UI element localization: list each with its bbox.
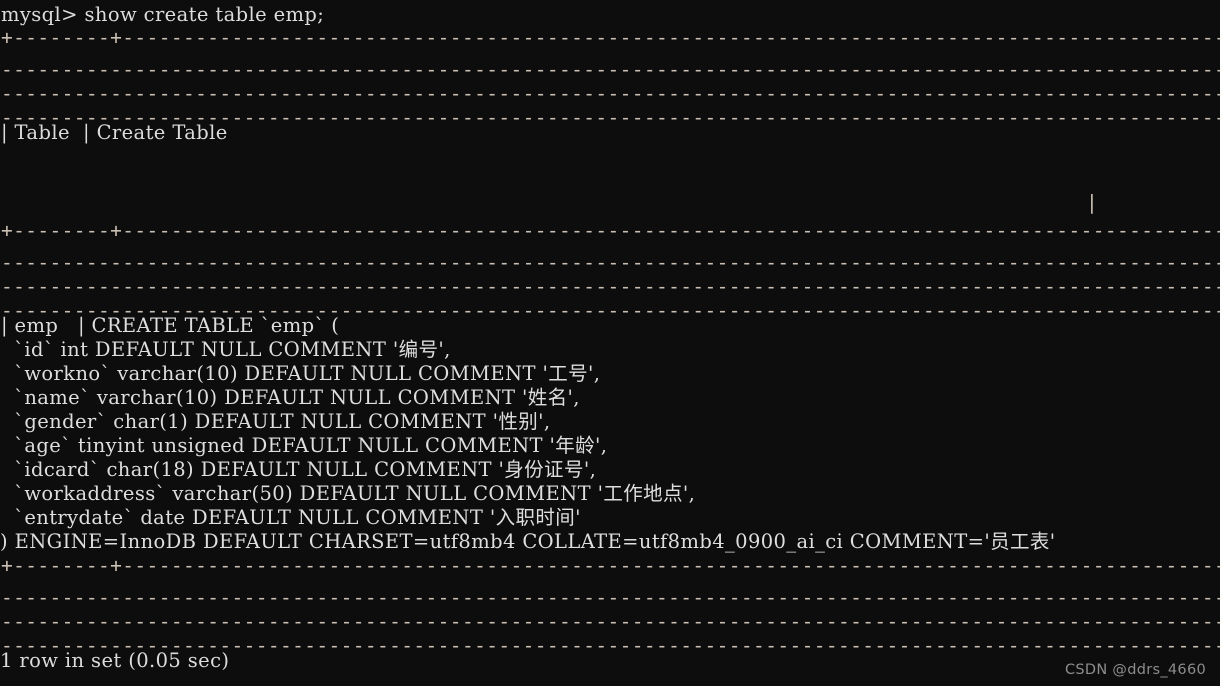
table-border-mid-seg2: ----------------------------------------… <box>1 251 1220 274</box>
column-def-workno: `workno` varchar(10) DEFAULT NULL COMMEN… <box>1 362 601 385</box>
column-def-gender: `gender` char(1) DEFAULT NULL COMMENT '性… <box>1 410 551 433</box>
column-def-age: `age` tinyint unsigned DEFAULT NULL COMM… <box>1 434 608 457</box>
table-border-top-seg1: +--------+------------------------------… <box>1 26 1220 49</box>
table-header-row: | Table | Create Table <box>1 121 228 144</box>
prompt-command-line: mysql> show create table emp; <box>1 3 325 26</box>
column-def-idcard: `idcard` char(18) DEFAULT NULL COMMENT '… <box>1 458 597 481</box>
column-def-name: `name` varchar(10) DEFAULT NULL COMMENT … <box>1 386 580 409</box>
csdn-watermark: CSDN @ddrs_4660 <box>1064 662 1206 678</box>
table-border-mid-seg3: ----------------------------------------… <box>1 275 1220 298</box>
table-border-bottom-seg2: ----------------------------------------… <box>1 586 1220 609</box>
column-def-id: `id` int DEFAULT NULL COMMENT '编号', <box>1 338 451 361</box>
table-header-row-trailing-pipe: | <box>1086 191 1098 214</box>
table-border-bottom-seg1: +--------+------------------------------… <box>1 554 1220 577</box>
table-data-row-head: | emp | CREATE TABLE `emp` ( <box>1 314 340 337</box>
query-status-line: 1 row in set (0.05 sec) <box>0 649 230 672</box>
column-def-workaddress: `workaddress` varchar(50) DEFAULT NULL C… <box>1 482 696 505</box>
mysql-terminal-window[interactable]: mysql> show create table emp; +--------+… <box>0 0 1220 686</box>
table-border-top-seg3: ----------------------------------------… <box>1 82 1220 105</box>
table-border-top-seg2: ----------------------------------------… <box>1 58 1220 81</box>
table-border-mid-seg1: +--------+------------------------------… <box>1 219 1220 242</box>
table-engine-options-line: ) ENGINE=InnoDB DEFAULT CHARSET=utf8mb4 … <box>0 530 1056 553</box>
table-border-bottom-seg3: ----------------------------------------… <box>1 610 1220 633</box>
column-def-entrydate: `entrydate` date DEFAULT NULL COMMENT '入… <box>1 506 581 529</box>
